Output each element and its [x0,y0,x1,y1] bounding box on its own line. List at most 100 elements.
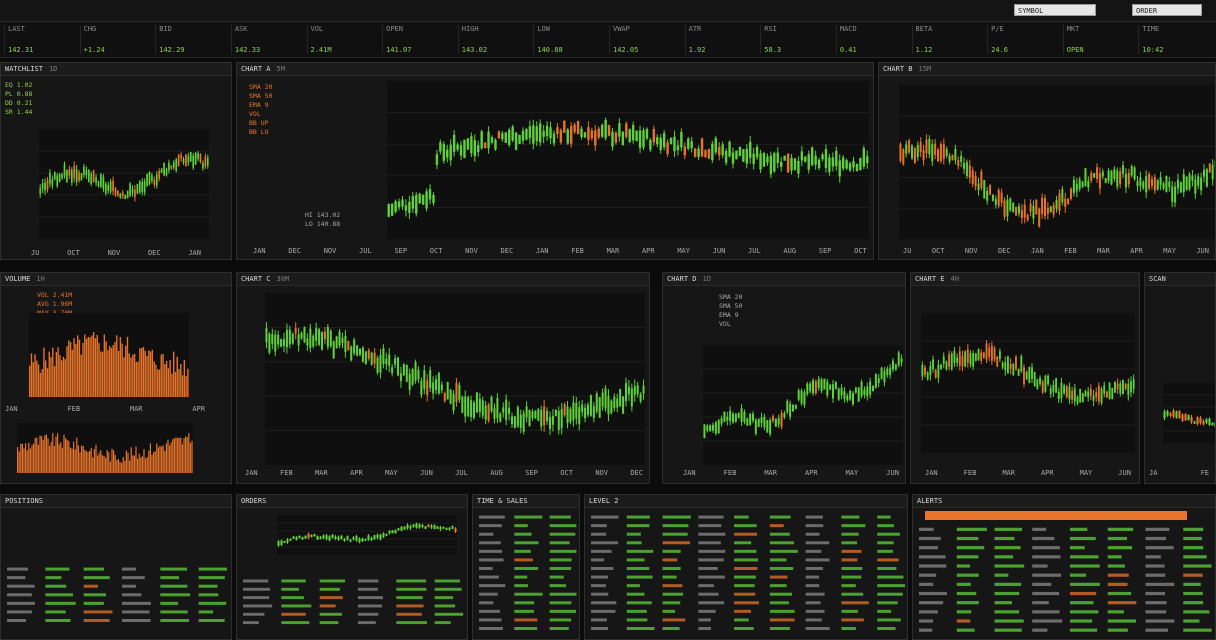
panel-header: TIME & SALES [473,495,579,508]
x-tick-label: JAN [245,469,258,477]
volume-bar [130,357,132,397]
bull-candle [712,424,714,431]
table-cell-value [549,515,571,519]
table-cell-value [83,584,98,588]
table-cell-value [626,618,648,622]
bull-candle [1176,179,1179,189]
table-cell-value [479,627,503,630]
panel-timeframe[interactable]: 1D [49,65,57,73]
table-cell-value [243,604,273,608]
bull-candle [420,380,423,395]
order-entry-input[interactable]: ORDER [1132,4,1202,16]
orders-panel: ORDERS [236,494,468,640]
quote-field: ATR 1.92 [684,25,759,54]
symbol-search-input[interactable]: SYMBOL [1014,4,1096,16]
quote-field-label: LAST [8,25,25,33]
bull-candle [578,407,581,425]
legend-entry: SMA 50 [249,92,273,100]
table-cell-value [1032,591,1060,596]
volume-bar [129,460,131,473]
panel-timeframe[interactable]: 5M [277,65,285,73]
bull-candle [361,347,364,362]
bull-candle [519,414,522,428]
bear-candle [1095,392,1098,398]
candlestick-chart[interactable] [899,85,1215,239]
bull-candle [143,181,146,193]
volume-bar [17,446,19,473]
bear-candle [556,127,559,135]
bull-candle [1017,368,1020,376]
volume-bar [145,458,147,473]
table-cell-value [662,524,689,528]
table-cell-value [1107,610,1124,614]
volume-bar [85,451,87,473]
bull-candle [442,144,446,161]
table-cell-value [662,549,681,553]
table-cell-value [281,604,312,608]
bull-candle [926,372,929,380]
bull-candle [346,536,349,540]
bull-candle [1039,377,1041,384]
bull-candle [312,335,315,347]
bull-candle [1110,170,1113,185]
table-cell-value [434,587,462,591]
bull-candle [496,398,499,419]
candlestick-chart[interactable] [703,345,903,465]
table-cell-value [769,532,790,536]
table-cell-value [769,592,793,596]
mini-chart[interactable] [1163,383,1215,443]
volume-bar [101,455,103,473]
volume-histogram-secondary[interactable] [17,423,193,473]
bear-candle [1020,209,1023,218]
bear-candle [974,175,977,186]
bull-candle [385,533,388,536]
volume-bar [44,435,46,473]
candlestick-chart[interactable] [265,293,645,465]
table-cell-value [698,627,711,630]
positions-table[interactable] [1,565,231,625]
table-cell-value [549,558,572,562]
orders-table[interactable] [237,577,467,627]
bull-candle [728,141,731,157]
bear-candle [114,188,117,196]
quote-field-label: MKT [1066,25,1080,33]
order-flow-chart[interactable] [277,515,457,555]
candlestick-chart[interactable] [921,313,1135,453]
mini-price-chart[interactable] [39,129,209,239]
x-tick-label: FEB [963,469,977,477]
volume-bar [149,443,151,473]
bull-candle [1092,395,1095,401]
bull-candle [373,535,376,540]
time-sales-table[interactable] [473,513,579,633]
table-cell-value [514,601,535,605]
table-cell-value [734,515,749,519]
table-cell-value [160,576,180,580]
active-alert-bar[interactable] [925,511,1187,520]
bull-candle [277,541,280,546]
volume-bar [31,445,33,473]
panel-timeframe[interactable]: 30M [277,275,290,283]
alerts-table[interactable] [913,525,1215,635]
panel-title: CHART A [241,65,271,73]
bull-candle [458,384,461,400]
panel-timeframe[interactable]: 1D [703,275,711,283]
panel-timeframe[interactable]: 4H [951,275,959,283]
volume-bar [82,342,84,397]
level2-table[interactable] [585,513,907,633]
table-cell-value [1032,546,1060,550]
table-cell-value [662,558,678,562]
bull-candle [769,155,773,175]
volume-bar [110,347,113,397]
bull-candle [274,334,277,352]
bull-candle [56,175,59,186]
bull-candle [425,191,428,209]
volume-histogram[interactable] [29,313,189,397]
panel-timeframe[interactable]: 1H [36,275,44,283]
bull-candle [401,199,404,207]
panel-timeframe[interactable]: 15M [919,65,932,73]
bull-candle [505,399,508,420]
candlestick-chart[interactable] [387,81,869,239]
table-cell-value [626,609,647,613]
bull-candle [508,129,511,146]
bull-candle [1031,367,1033,379]
